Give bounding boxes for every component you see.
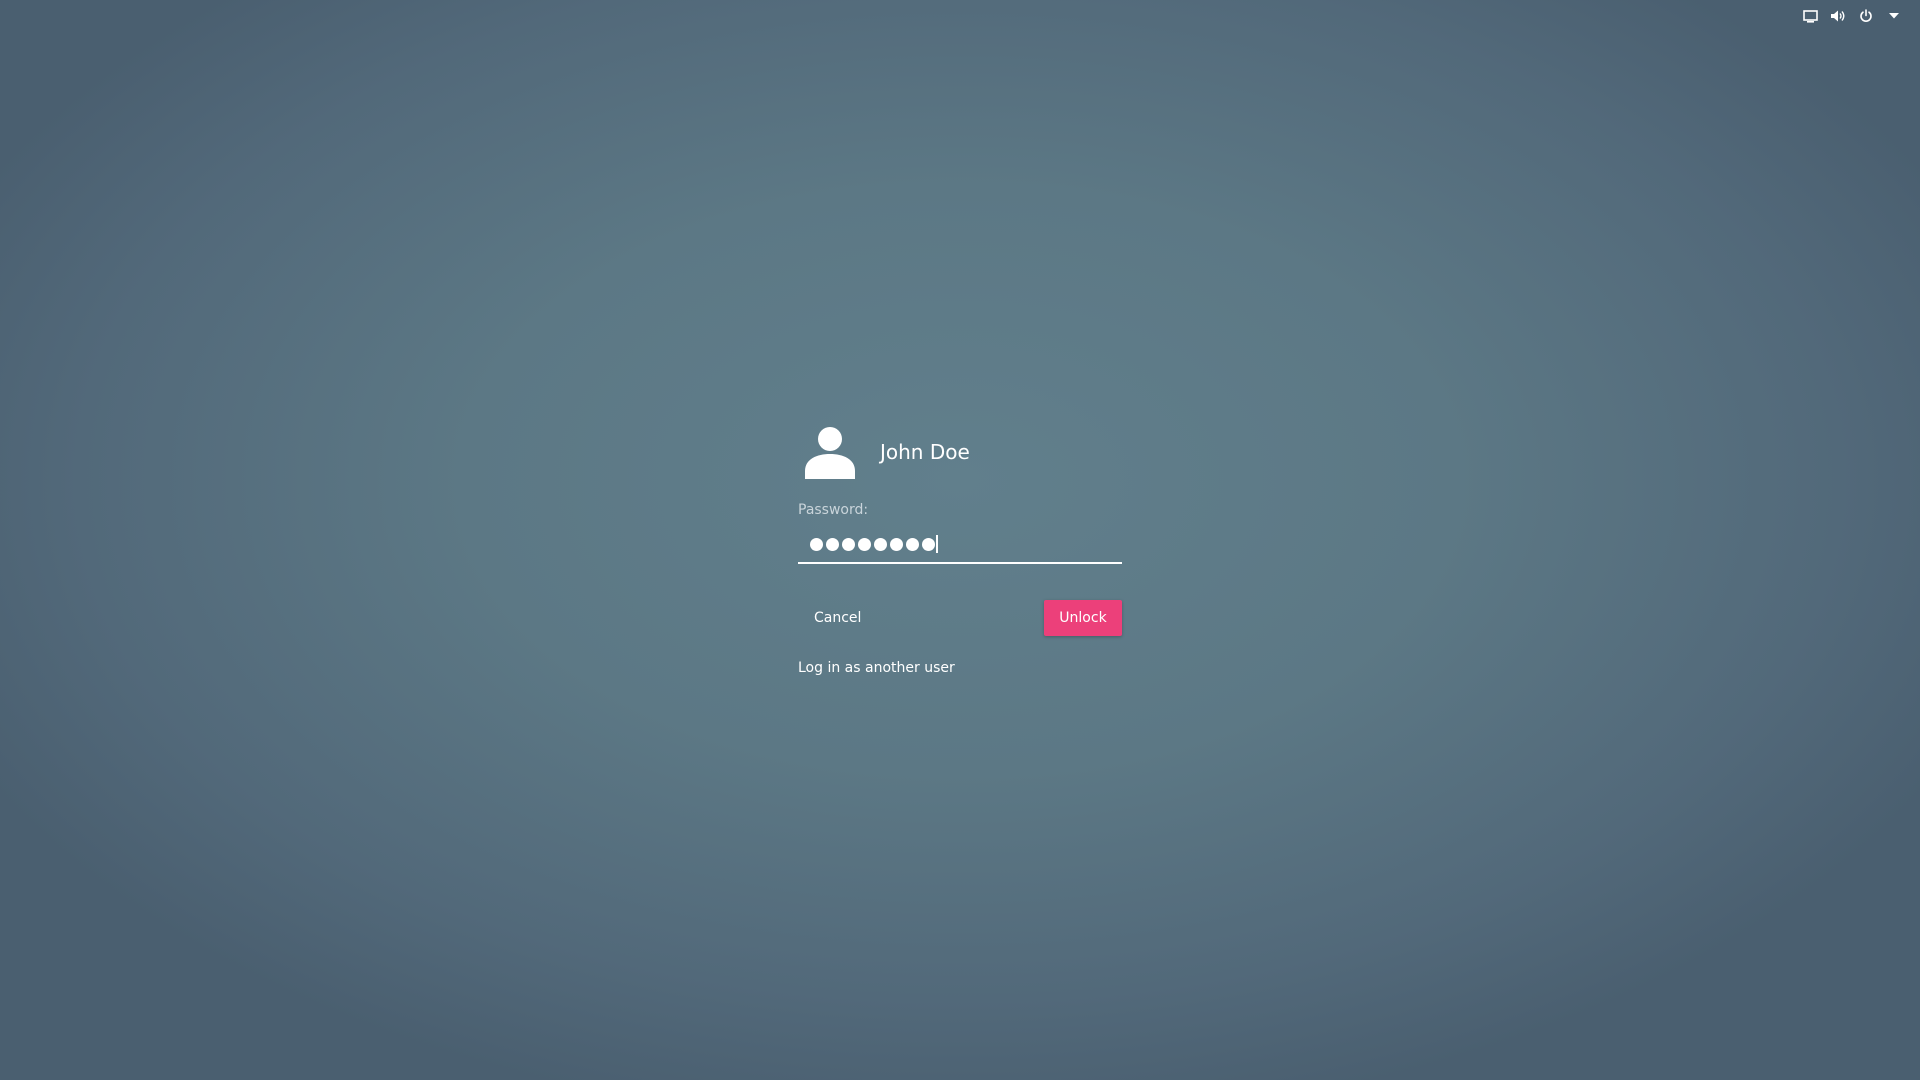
text-cursor xyxy=(936,535,938,553)
password-dot xyxy=(842,537,855,551)
password-mask xyxy=(810,537,935,551)
cancel-button[interactable]: Cancel xyxy=(798,600,877,636)
password-dot xyxy=(826,537,839,551)
display-icon[interactable] xyxy=(1802,8,1818,24)
password-dot xyxy=(810,537,823,551)
volume-icon[interactable] xyxy=(1830,8,1846,24)
password-dot xyxy=(906,537,919,551)
password-dot xyxy=(858,537,871,551)
system-indicators xyxy=(1802,8,1902,24)
password-dot xyxy=(890,537,903,551)
user-name: John Doe xyxy=(880,440,970,464)
user-avatar-icon xyxy=(798,420,862,484)
unlock-button[interactable]: Unlock xyxy=(1044,600,1122,636)
menu-arrow-icon[interactable] xyxy=(1886,8,1902,24)
power-icon[interactable] xyxy=(1858,8,1874,24)
login-card: John Doe Password: Cancel Unlock Log in … xyxy=(798,420,1122,676)
password-field[interactable] xyxy=(798,526,1122,564)
password-label: Password: xyxy=(798,502,869,518)
login-another-user-link[interactable]: Log in as another user xyxy=(798,660,955,676)
password-dot xyxy=(922,537,935,551)
user-row: John Doe xyxy=(798,420,1122,484)
button-row: Cancel Unlock xyxy=(798,600,1122,636)
password-dot xyxy=(874,537,887,551)
